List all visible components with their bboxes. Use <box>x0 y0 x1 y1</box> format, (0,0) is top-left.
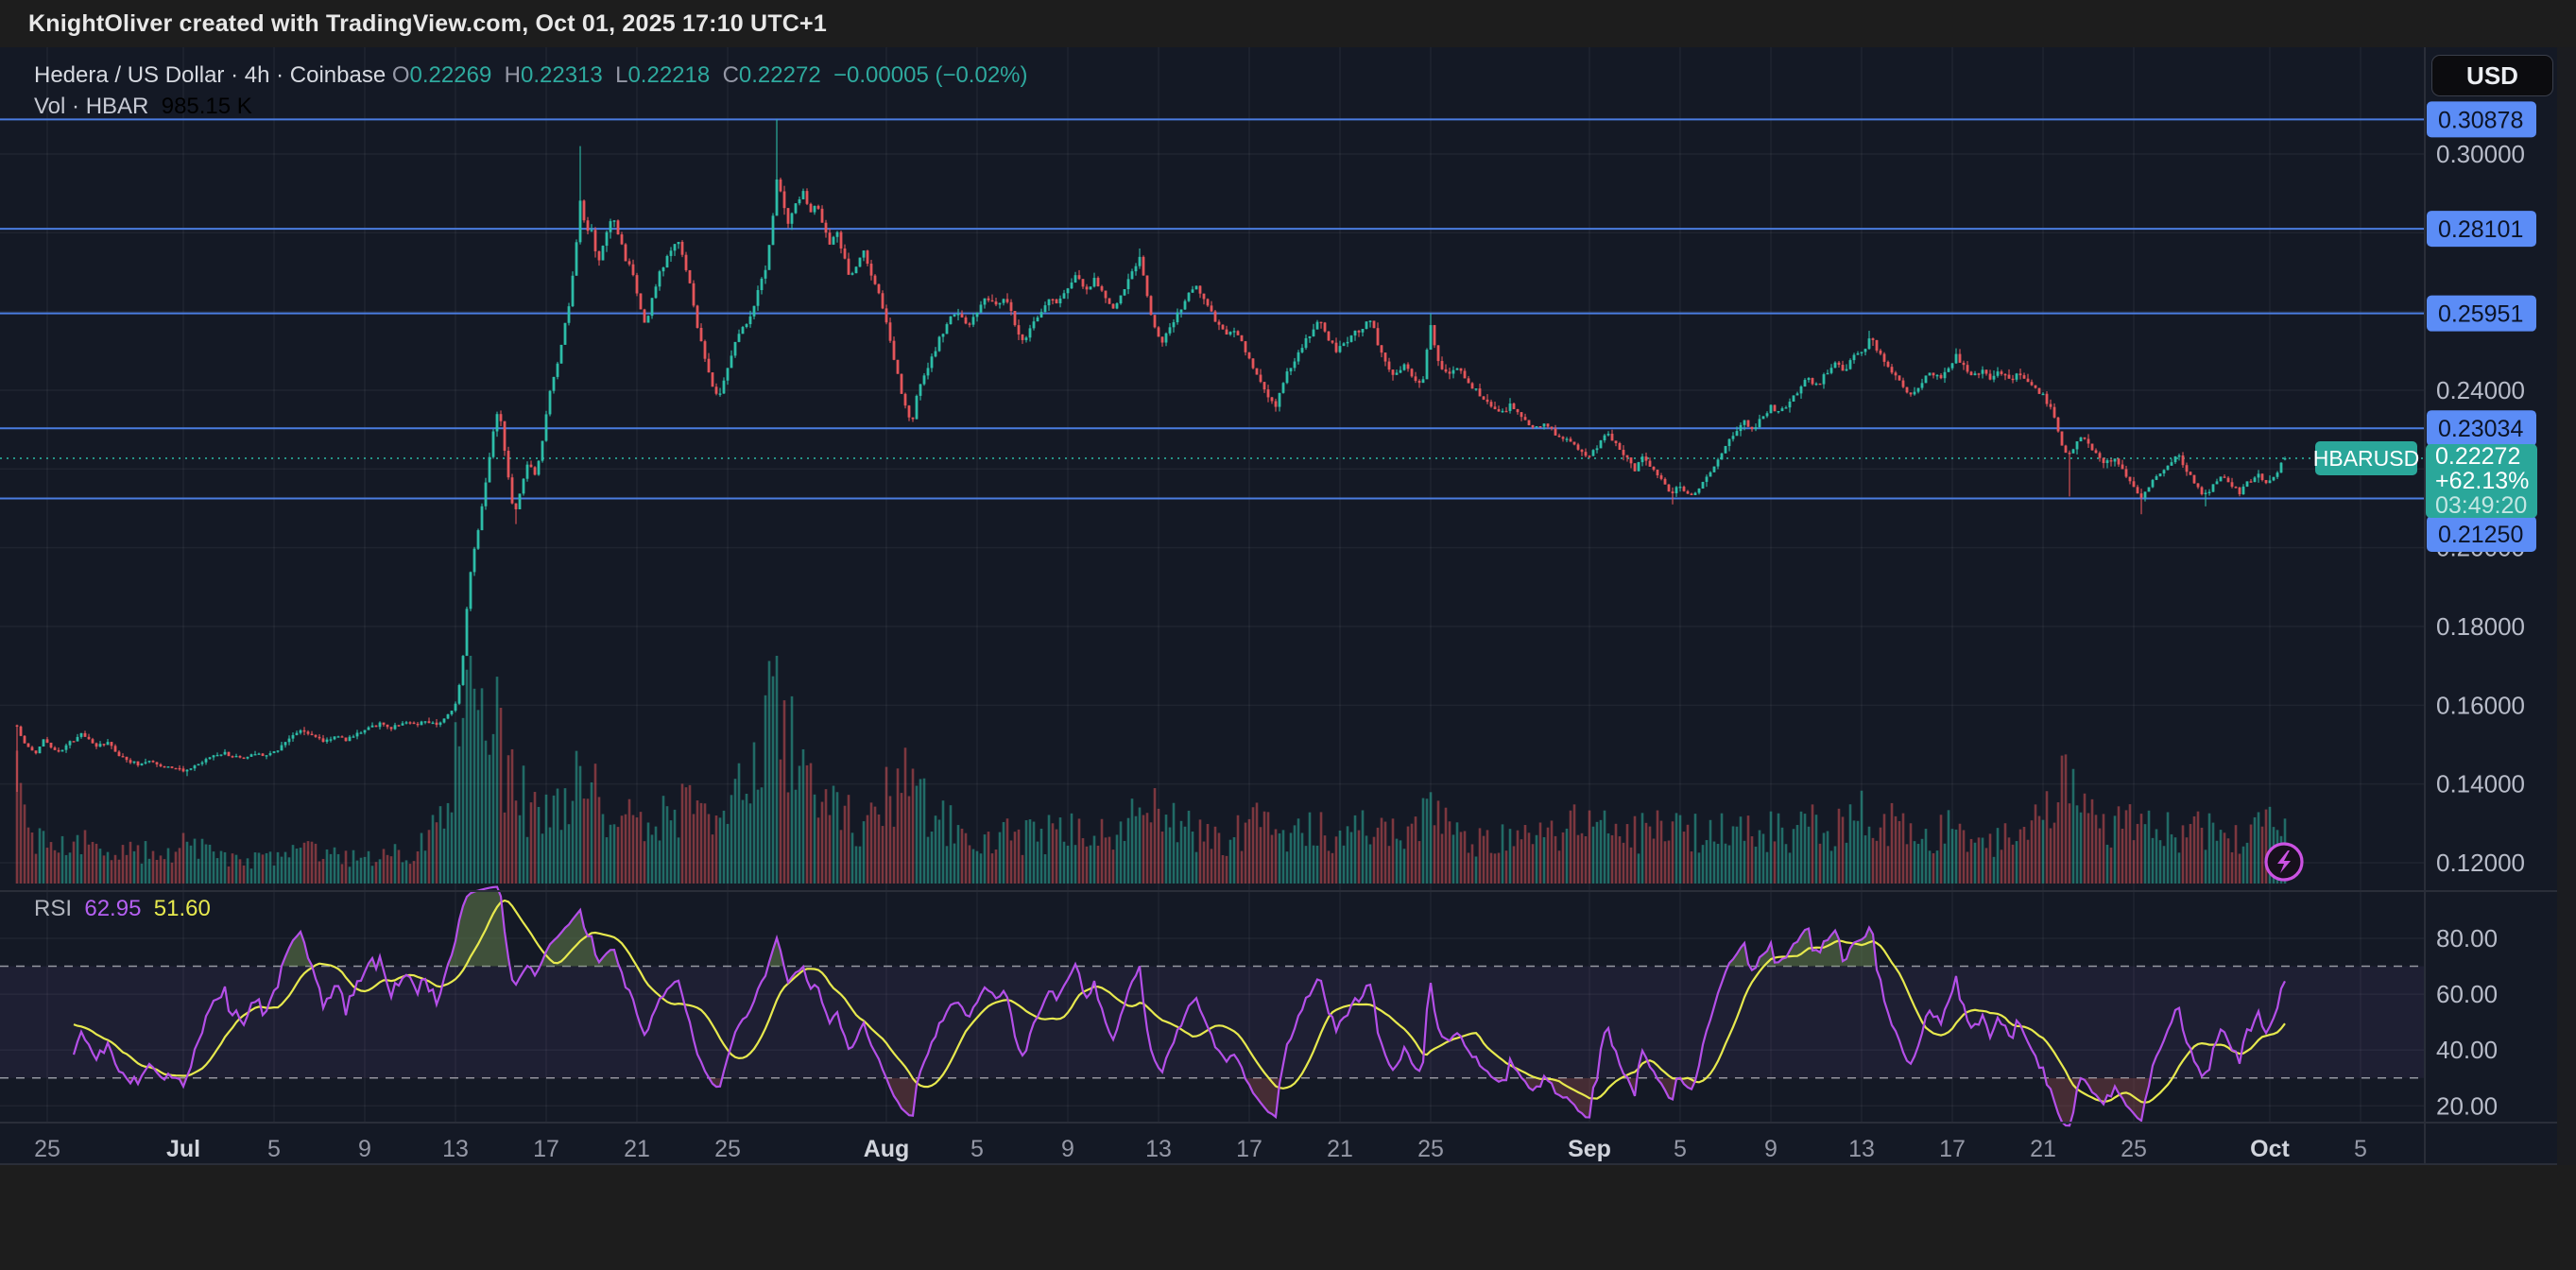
time-axis-label: 5 <box>2354 1136 2367 1162</box>
rsi-axis-label: 60.00 <box>2436 980 2498 1008</box>
volume-legend: Vol · HBAR 985.15 K <box>34 93 252 121</box>
bar-countdown: 03:49:20 <box>2435 493 2537 518</box>
candle-series <box>16 119 2287 792</box>
symbol-name: Hedera / US Dollar <box>34 62 224 89</box>
chart-area: 0.300000.240000.200000.180000.160000.140… <box>0 47 2576 1165</box>
close-value: 0.22272 <box>739 62 821 89</box>
time-axis-label: 17 <box>1236 1136 1262 1162</box>
interval-label: 4h <box>245 62 270 89</box>
low-value: 0.22218 <box>627 62 710 89</box>
close-label: C <box>723 62 739 89</box>
tradingview-screenshot: KnightOliver created with TradingView.co… <box>0 0 2576 1270</box>
exchange-label: Coinbase <box>290 62 386 89</box>
price-axis-label: 0.18000 <box>2436 612 2525 641</box>
time-axis-label: 21 <box>1327 1136 1353 1162</box>
time-axis-label: 13 <box>1848 1136 1875 1162</box>
attribution-bar: KnightOliver created with TradingView.co… <box>0 0 2576 47</box>
time-axis-label: 5 <box>1674 1136 1687 1162</box>
logo-bar: TradingView <box>0 1165 2576 1270</box>
high-value: 0.22313 <box>521 62 603 89</box>
svg-text:0.23034: 0.23034 <box>2438 416 2523 442</box>
time-axis-label: 5 <box>267 1136 281 1162</box>
time-axis-label: 13 <box>1145 1136 1172 1162</box>
rsi-band <box>0 967 2425 1078</box>
rsi-axis-label: 40.00 <box>2436 1036 2498 1064</box>
time-axis-label: 25 <box>714 1136 741 1162</box>
lightning-marker[interactable] <box>2266 844 2302 880</box>
chart-surface[interactable]: 0.300000.240000.200000.180000.160000.140… <box>0 47 2576 1165</box>
time-axis-label: Oct <box>2250 1136 2290 1162</box>
time-axis-label: 17 <box>1939 1136 1966 1162</box>
time-axis-label: 17 <box>533 1136 559 1162</box>
volume-label: Vol · HBAR <box>34 94 148 120</box>
price-axis[interactable] <box>2425 47 2557 1123</box>
rsi-value: 62.95 <box>84 896 141 922</box>
rsi-legend: RSI 62.95 51.60 <box>34 895 211 923</box>
svg-text:0.25951: 0.25951 <box>2438 301 2523 328</box>
time-axis-label: 5 <box>970 1136 984 1162</box>
price-axis-label: 0.24000 <box>2436 376 2525 404</box>
last-price-badge[interactable]: 0.22272 +62.13% 03:49:20 <box>2426 444 2537 518</box>
alert-price-badge[interactable]: 0.21250 <box>2427 516 2536 552</box>
svg-text:0.30878: 0.30878 <box>2438 107 2523 133</box>
time-axis-label: 25 <box>2121 1136 2147 1162</box>
right-gutter <box>2557 47 2576 1165</box>
high-label: H <box>505 62 521 89</box>
open-label: O <box>392 62 410 89</box>
currency-button[interactable]: USD <box>2431 55 2553 96</box>
time-axis-label: Aug <box>864 1136 910 1162</box>
volume-value: 985.15 K <box>162 94 252 120</box>
volume-series <box>16 656 2287 884</box>
rsi-axis-label: 20.00 <box>2436 1091 2498 1120</box>
alert-price-badge[interactable]: 0.23034 <box>2427 410 2536 446</box>
rsi-ma-value: 51.60 <box>154 896 211 922</box>
time-axis-label: 25 <box>34 1136 60 1162</box>
alert-price-badge[interactable]: 0.28101 <box>2427 211 2536 247</box>
last-price-value: 0.22272 <box>2435 444 2537 469</box>
price-axis-label: 0.12000 <box>2436 849 2525 877</box>
alert-price-badge[interactable]: 0.30878 <box>2427 101 2536 137</box>
time-axis-label: 21 <box>2030 1136 2056 1162</box>
rsi-axis-label: 80.00 <box>2436 924 2498 952</box>
attribution-text: KnightOliver created with TradingView.co… <box>28 10 827 38</box>
svg-text:0.21250: 0.21250 <box>2438 522 2523 548</box>
low-label: L <box>615 62 627 89</box>
price-axis-label: 0.30000 <box>2436 140 2525 168</box>
time-axis-label: 25 <box>1417 1136 1444 1162</box>
last-price-change-pct: +62.13% <box>2435 469 2537 493</box>
gridlines <box>0 47 2425 1123</box>
change-value: −0.00005 (−0.02%) <box>833 62 1028 89</box>
open-value: 0.22269 <box>410 62 492 89</box>
svg-text:0.28101: 0.28101 <box>2438 216 2523 243</box>
time-axis-label: Jul <box>166 1136 200 1162</box>
symbol-legend: Hedera / US Dollar · 4h · Coinbase O0.22… <box>34 60 1028 91</box>
time-axis-label: 9 <box>358 1136 371 1162</box>
time-axis-label: Sep <box>1568 1136 1611 1162</box>
time-axis-label: 9 <box>1764 1136 1777 1162</box>
alert-price-badge[interactable]: 0.25951 <box>2427 296 2536 332</box>
time-axis-label: 9 <box>1061 1136 1074 1162</box>
last-price-symbol-flag[interactable]: HBARUSD <box>2315 441 2417 475</box>
time-axis-label: 21 <box>624 1136 650 1162</box>
time-axis-label: 13 <box>442 1136 469 1162</box>
price-axis-label: 0.14000 <box>2436 770 2525 798</box>
price-axis-label: 0.16000 <box>2436 691 2525 719</box>
rsi-label: RSI <box>34 896 72 922</box>
